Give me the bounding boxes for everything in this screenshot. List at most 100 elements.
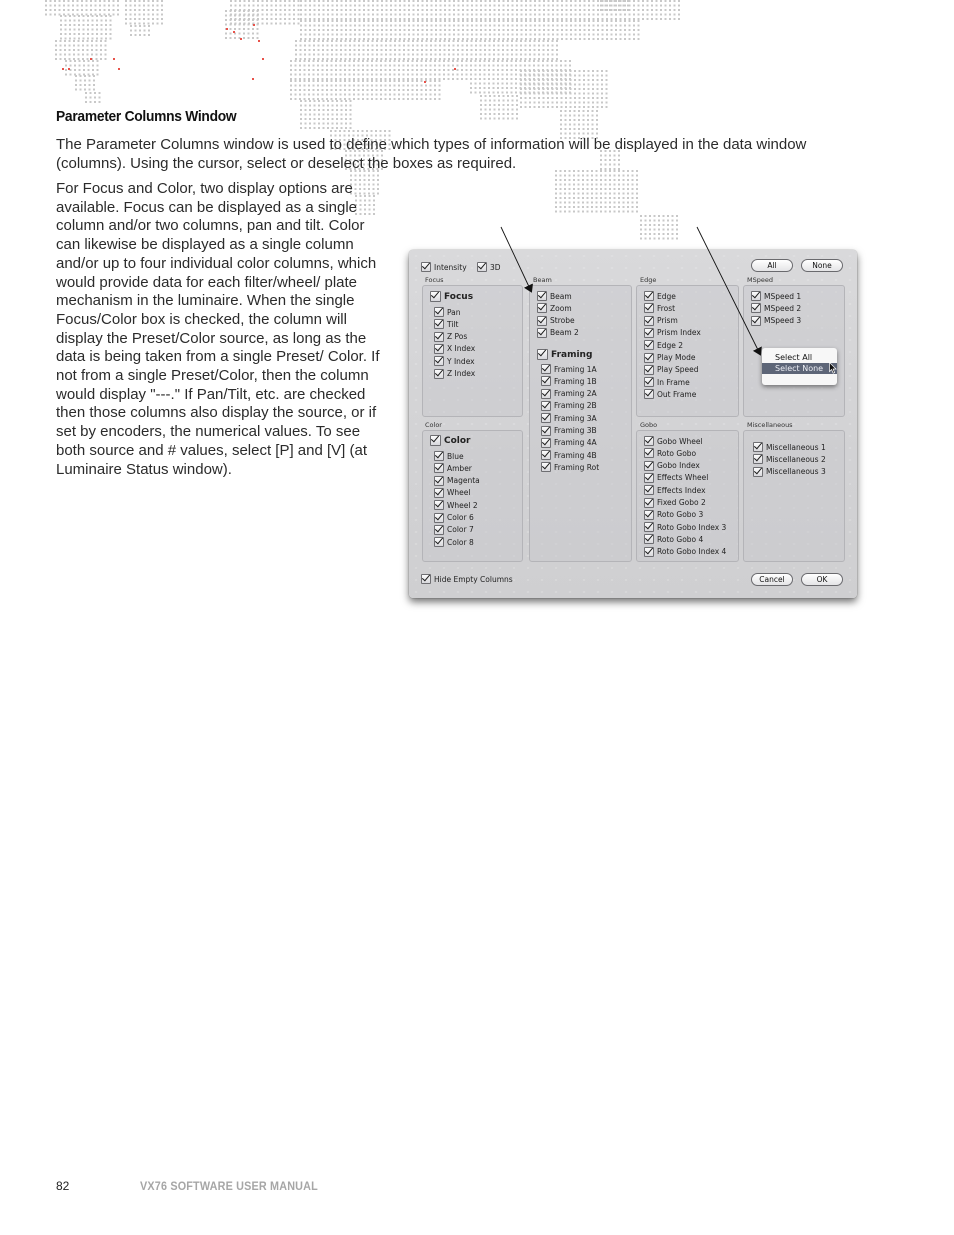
checkbox-framing-3a[interactable]: Framing 3A (541, 413, 597, 424)
hide-empty-columns-checkbox[interactable]: Hide Empty Columns (421, 574, 513, 584)
menu-item-select-none[interactable]: Select None (762, 363, 837, 374)
checkbox-beam-2[interactable]: Beam 2 (537, 327, 579, 338)
checkbox-play-speed[interactable]: Play Speed (644, 364, 699, 375)
checkbox-checked-icon (644, 448, 654, 459)
checkbox-checked-icon (421, 262, 431, 272)
checkbox-checked-icon (644, 340, 654, 351)
checkbox-y-index[interactable]: Y Index (434, 356, 475, 367)
intro-paragraph: The Parameter Columns window is used to … (56, 136, 807, 172)
checkbox-framing-3b[interactable]: Framing 3B (541, 425, 597, 436)
checkbox-framing-2b[interactable]: Framing 2B (541, 400, 597, 411)
checkbox-gobo-wheel[interactable]: Gobo Wheel (644, 436, 703, 446)
checkbox-checked-icon (434, 307, 444, 317)
checkbox-checked-icon (434, 356, 444, 367)
checkbox-x-index[interactable]: X Index (434, 343, 475, 354)
checkbox-effects-wheel[interactable]: Effects Wheel (644, 472, 708, 483)
checkbox-checked-icon (644, 291, 654, 301)
group-title-gobo: Gobo (640, 421, 658, 429)
menu-item-select-all[interactable]: Select All (762, 352, 837, 363)
checkbox-strobe[interactable]: Strobe (537, 315, 575, 326)
group-title-edge: Edge (640, 276, 657, 284)
checkbox-checked-icon (434, 487, 444, 498)
checkbox-checked-icon (537, 327, 547, 338)
checkbox-framing[interactable]: Framing (537, 349, 592, 360)
checkbox-framing-2a[interactable]: Framing 2A (541, 388, 597, 399)
checkbox-color[interactable]: Color (430, 435, 471, 446)
checkbox-checked-icon (541, 364, 551, 374)
checkbox-effects-index[interactable]: Effects Index (644, 485, 706, 496)
checkbox-checked-icon (644, 303, 654, 314)
checkbox-amber[interactable]: Amber (434, 463, 472, 474)
checkbox-beam[interactable]: Beam (537, 291, 572, 301)
checkbox-checked-icon (644, 546, 654, 557)
checkbox-edge[interactable]: Edge (644, 291, 676, 301)
checkbox-miscellaneous-2[interactable]: Miscellaneous 2 (753, 454, 826, 465)
mouse-cursor-icon (829, 362, 837, 374)
checkbox-gobo-index[interactable]: Gobo Index (644, 460, 700, 471)
checkbox-edge-2[interactable]: Edge 2 (644, 340, 683, 351)
checkbox-checked-icon (644, 315, 654, 326)
checkbox-roto-gobo-index-4[interactable]: Roto Gobo Index 4 (644, 546, 726, 557)
checkbox-wheel-2[interactable]: Wheel 2 (434, 500, 478, 511)
checkbox-framing-4a[interactable]: Framing 4A (541, 437, 597, 448)
intensity-checkbox[interactable]: Intensity (421, 262, 467, 272)
body-paragraph: For Focus and Color, two display options… (56, 180, 380, 478)
checkbox-color-7[interactable]: Color 7 (434, 524, 474, 535)
checkbox-roto-gobo[interactable]: Roto Gobo (644, 448, 696, 459)
cancel-button[interactable]: Cancel (751, 573, 793, 586)
checkbox-framing-rot[interactable]: Framing Rot (541, 462, 599, 473)
checkbox-roto-gobo-index-3[interactable]: Roto Gobo Index 3 (644, 522, 726, 533)
checkbox-zoom[interactable]: Zoom (537, 303, 572, 314)
checkbox-fixed-gobo-2[interactable]: Fixed Gobo 2 (644, 497, 706, 508)
checkbox-focus[interactable]: Focus (430, 291, 473, 302)
3d-checkbox[interactable]: 3D (477, 262, 501, 272)
checkbox-checked-icon (537, 315, 547, 326)
checkbox-magenta[interactable]: Magenta (434, 475, 480, 486)
checkbox-checked-icon (644, 389, 654, 400)
checkbox-checked-icon (434, 463, 444, 474)
checkbox-miscellaneous-3[interactable]: Miscellaneous 3 (753, 466, 826, 477)
none-button[interactable]: None (801, 259, 843, 272)
checkbox-checked-icon (434, 451, 444, 461)
checkbox-framing-1a[interactable]: Framing 1A (541, 364, 597, 374)
checkbox-prism-index[interactable]: Prism Index (644, 327, 701, 338)
checkbox-checked-icon (421, 574, 431, 584)
checkbox-checked-icon (644, 485, 654, 496)
checkbox-z-pos[interactable]: Z Pos (434, 331, 467, 342)
checkbox-roto-gobo-3[interactable]: Roto Gobo 3 (644, 509, 703, 520)
checkbox-checked-icon (753, 442, 763, 452)
checkbox-pan[interactable]: Pan (434, 307, 461, 317)
checkbox-checked-icon (644, 327, 654, 338)
checkbox-checked-icon (541, 437, 551, 448)
checkbox-blue[interactable]: Blue (434, 451, 464, 461)
checkbox-play-mode[interactable]: Play Mode (644, 352, 695, 363)
page-number: 82 (56, 1179, 70, 1193)
checkbox-checked-icon (434, 500, 444, 511)
checkbox-framing-1b[interactable]: Framing 1B (541, 376, 597, 387)
checkbox-checked-icon (430, 435, 441, 446)
beam-group (529, 285, 632, 562)
checkbox-prism[interactable]: Prism (644, 315, 678, 326)
checkbox-roto-gobo-4[interactable]: Roto Gobo 4 (644, 534, 703, 545)
checkbox-frost[interactable]: Frost (644, 303, 675, 314)
checkbox-checked-icon (644, 436, 654, 446)
checkbox-color-8[interactable]: Color 8 (434, 537, 474, 548)
checkbox-z-index[interactable]: Z Index (434, 368, 475, 379)
checkbox-mspeed-2[interactable]: MSpeed 2 (751, 303, 801, 314)
checkbox-mspeed-3[interactable]: MSpeed 3 (751, 315, 801, 326)
checkbox-out-frame[interactable]: Out Frame (644, 389, 696, 400)
checkbox-mspeed-1[interactable]: MSpeed 1 (751, 291, 801, 301)
checkbox-miscellaneous-1[interactable]: Miscellaneous 1 (753, 442, 826, 452)
checkbox-framing-4b[interactable]: Framing 4B (541, 450, 597, 461)
checkbox-checked-icon (430, 291, 441, 302)
checkbox-checked-icon (434, 512, 444, 523)
checkbox-checked-icon (541, 376, 551, 387)
ok-button[interactable]: OK (801, 573, 843, 586)
checkbox-in-frame[interactable]: In Frame (644, 377, 690, 388)
group-title-focus: Focus (425, 276, 444, 284)
checkbox-color-6[interactable]: Color 6 (434, 512, 474, 523)
checkbox-wheel[interactable]: Wheel (434, 487, 470, 498)
checkbox-checked-icon (751, 315, 761, 326)
checkbox-tilt[interactable]: Tilt (434, 319, 458, 330)
all-button[interactable]: All (751, 259, 793, 272)
